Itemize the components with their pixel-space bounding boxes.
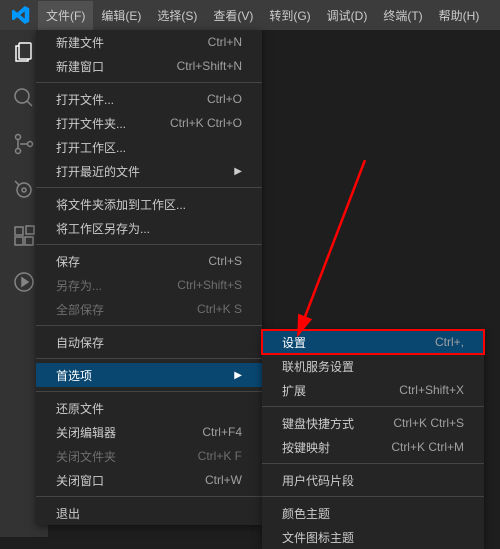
submenu-user-snippets[interactable]: 用户代码片段 bbox=[262, 468, 484, 492]
menu-terminal[interactable]: 终端(T) bbox=[375, 1, 430, 30]
menu-goto[interactable]: 转到(G) bbox=[261, 1, 318, 30]
chevron-right-icon: ▶ bbox=[234, 166, 242, 177]
menu-new-file[interactable]: 新建文件Ctrl+N bbox=[36, 30, 262, 54]
menu-file[interactable]: 文件(F) bbox=[38, 1, 93, 30]
separator bbox=[36, 496, 262, 497]
submenu-settings[interactable]: 设置Ctrl+, bbox=[262, 330, 484, 354]
submenu-online-services[interactable]: 联机服务设置 bbox=[262, 354, 484, 378]
menu-open-recent[interactable]: 打开最近的文件▶ bbox=[36, 159, 262, 183]
menu-help[interactable]: 帮助(H) bbox=[431, 1, 488, 30]
separator bbox=[36, 82, 262, 83]
chevron-right-icon: ▶ bbox=[234, 370, 242, 381]
separator bbox=[36, 325, 262, 326]
menu-preferences[interactable]: 首选项▶ bbox=[36, 363, 262, 387]
separator bbox=[262, 496, 484, 497]
menu-close-window[interactable]: 关闭窗口Ctrl+W bbox=[36, 468, 262, 492]
menu-bar: 文件(F) 编辑(E) 选择(S) 查看(V) 转到(G) 调试(D) 终端(T… bbox=[38, 1, 487, 30]
submenu-keyboard-shortcuts[interactable]: 键盘快捷方式Ctrl+K Ctrl+S bbox=[262, 411, 484, 435]
menu-edit[interactable]: 编辑(E) bbox=[93, 1, 149, 30]
separator bbox=[36, 187, 262, 188]
menu-debug[interactable]: 调试(D) bbox=[319, 1, 376, 30]
menu-close-editor[interactable]: 关闭编辑器Ctrl+F4 bbox=[36, 420, 262, 444]
menu-save-as[interactable]: 另存为...Ctrl+Shift+S bbox=[36, 273, 262, 297]
separator bbox=[36, 244, 262, 245]
test-icon[interactable] bbox=[10, 268, 38, 296]
explorer-icon[interactable] bbox=[10, 38, 38, 66]
menu-auto-save[interactable]: 自动保存 bbox=[36, 330, 262, 354]
separator bbox=[36, 391, 262, 392]
menu-exit[interactable]: 退出 bbox=[36, 501, 262, 525]
menu-select[interactable]: 选择(S) bbox=[149, 1, 205, 30]
file-dropdown: 新建文件Ctrl+N 新建窗口Ctrl+Shift+N 打开文件...Ctrl+… bbox=[36, 30, 262, 525]
menu-revert-file[interactable]: 还原文件 bbox=[36, 396, 262, 420]
menu-open-workspace[interactable]: 打开工作区... bbox=[36, 135, 262, 159]
menu-close-folder[interactable]: 关闭文件夹Ctrl+K F bbox=[36, 444, 262, 468]
submenu-file-icon-theme[interactable]: 文件图标主题 bbox=[262, 525, 484, 549]
app-logo bbox=[10, 4, 32, 26]
menu-save[interactable]: 保存Ctrl+S bbox=[36, 249, 262, 273]
title-bar: 文件(F) 编辑(E) 选择(S) 查看(V) 转到(G) 调试(D) 终端(T… bbox=[0, 0, 500, 30]
submenu-keymaps[interactable]: 按键映射Ctrl+K Ctrl+M bbox=[262, 435, 484, 459]
menu-add-folder-workspace[interactable]: 将文件夹添加到工作区... bbox=[36, 192, 262, 216]
menu-save-workspace-as[interactable]: 将工作区另存为... bbox=[36, 216, 262, 240]
debug-icon[interactable] bbox=[10, 176, 38, 204]
submenu-extensions[interactable]: 扩展Ctrl+Shift+X bbox=[262, 378, 484, 402]
menu-open-file[interactable]: 打开文件...Ctrl+O bbox=[36, 87, 262, 111]
search-icon[interactable] bbox=[10, 84, 38, 112]
preferences-submenu: 设置Ctrl+, 联机服务设置 扩展Ctrl+Shift+X 键盘快捷方式Ctr… bbox=[262, 330, 484, 549]
menu-new-window[interactable]: 新建窗口Ctrl+Shift+N bbox=[36, 54, 262, 78]
separator bbox=[262, 406, 484, 407]
submenu-color-theme[interactable]: 颜色主题 bbox=[262, 501, 484, 525]
menu-open-folder[interactable]: 打开文件夹...Ctrl+K Ctrl+O bbox=[36, 111, 262, 135]
separator bbox=[36, 358, 262, 359]
menu-save-all[interactable]: 全部保存Ctrl+K S bbox=[36, 297, 262, 321]
source-control-icon[interactable] bbox=[10, 130, 38, 158]
extensions-icon[interactable] bbox=[10, 222, 38, 250]
separator bbox=[262, 463, 484, 464]
menu-view[interactable]: 查看(V) bbox=[205, 1, 261, 30]
